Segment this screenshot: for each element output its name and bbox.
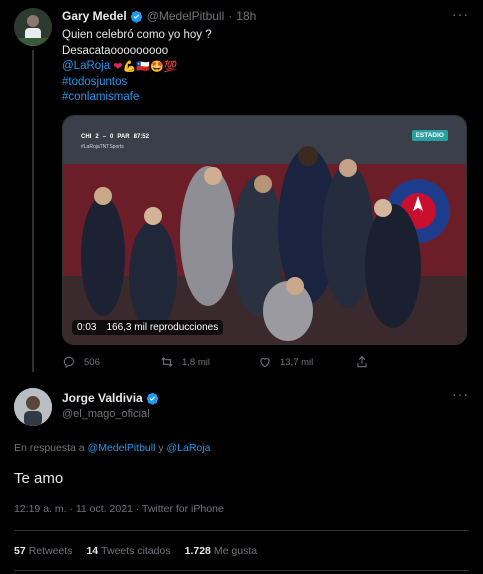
video-timestamp: 0:03 [77, 322, 97, 333]
channel-badge: ESTADIO [411, 130, 448, 141]
video-player[interactable]: CHI 2 – 0 PAR 87:52 #LaRojaTNTSports EST… [62, 115, 467, 345]
reply-context: En respuesta a @MedelPitbull y @LaRoja [14, 442, 210, 454]
reply-conjunction: y [158, 442, 164, 454]
more-icon[interactable]: ··· [452, 386, 469, 402]
like-icon [260, 358, 270, 368]
reply-stats: 57 Retweets 14 Tweets citados 1.728 Me gust… [14, 545, 257, 557]
reply-author-name-row: Jorge Valdivia [62, 391, 163, 405]
reply-text: Te amo [14, 470, 64, 487]
retweet-button[interactable]: 1,8 mil [160, 355, 210, 369]
divider [14, 570, 469, 571]
like-count: 13,7 mil [280, 356, 314, 368]
reply-author-name[interactable]: Jorge Valdivia [62, 391, 143, 405]
scorebug-away-score: 0 [110, 134, 114, 140]
share-icon [357, 356, 367, 368]
heart-emoji: ❤ [113, 61, 123, 73]
broadcast-hashtag: #LaRojaTNTSports [81, 144, 124, 150]
reply-author-handle[interactable]: @el_mago_oficial [62, 408, 150, 420]
video-views: 166,3 mil reproducciones [106, 322, 219, 333]
reply-button[interactable]: 506 [62, 355, 100, 369]
retweets-stat[interactable]: 57 Retweets [14, 545, 72, 557]
author-name[interactable]: Gary Medel [62, 9, 127, 23]
more-icon[interactable]: ··· [452, 6, 469, 22]
reply-icon [63, 356, 75, 369]
flexed-biceps-emoji: 💪 [122, 61, 137, 73]
thread-connector [32, 50, 34, 372]
tweet-line-2: Desacataooooooooo [62, 44, 169, 57]
tweet-line-1: Quien celebró como yo hoy ? [62, 29, 212, 41]
mention-laroja[interactable]: @LaRoja [62, 60, 110, 72]
tweet-line-3: @LaRoja ❤💪🇨🇱🤩💯 [62, 59, 212, 75]
scorebug-home: CHI [81, 134, 92, 140]
hashtag-todosjuntos[interactable]: #todosjuntos [62, 75, 212, 91]
likes-stat[interactable]: 1.728 Me gusta [185, 545, 257, 557]
tweet-text: Quien celebró como yo hoy ? Desacataoooo… [62, 28, 212, 106]
scorebug-home-score: 2 [95, 134, 99, 140]
star-struck-emoji: 🤩 [149, 61, 164, 73]
verified-badge-icon [146, 392, 158, 405]
video-frame-image [63, 116, 466, 344]
timeline: Gary Medel @MedelPitbull · 18h ··· Quien… [0, 0, 483, 574]
tweet-header: Gary Medel @MedelPitbull · 18h [62, 9, 256, 23]
reply-mention-laroja[interactable]: @LaRoja [167, 442, 211, 454]
video-info-overlay: 0:03 166,3 mil reproducciones [72, 320, 224, 335]
scorebug-away: PAR [117, 134, 130, 140]
reply-count: 506 [84, 356, 100, 368]
verified-badge-icon [130, 10, 142, 23]
scorebug: CHI 2 – 0 PAR 87:52 [81, 134, 149, 140]
retweet-icon [161, 357, 173, 367]
hashtag-conlamismafe[interactable]: #conlamismafe [62, 90, 212, 106]
like-button[interactable]: 13,7 mil [258, 355, 313, 369]
author-avatar[interactable] [14, 8, 52, 46]
author-handle[interactable]: @MedelPitbull [147, 9, 225, 23]
quotes-stat[interactable]: 14 Tweets citados [86, 545, 170, 557]
reply-meta[interactable]: 12:19 a. m. · 11 oct. 2021 · Twitter for… [14, 503, 224, 515]
scorebug-clock: 87:52 [133, 134, 149, 140]
chile-flag-emoji: 🇨🇱 [136, 61, 150, 73]
reply-mention-medelpitbull[interactable]: @MedelPitbull [88, 442, 156, 454]
retweet-count: 1,8 mil [182, 356, 210, 368]
separator-dot: · [228, 9, 233, 23]
hundred-points-emoji: 💯 [163, 61, 178, 73]
share-button[interactable] [355, 355, 369, 369]
tweet-time[interactable]: 18h [236, 9, 256, 23]
reply-author-avatar[interactable] [14, 388, 52, 426]
divider [14, 530, 469, 531]
reply-prefix: En respuesta a [14, 442, 85, 454]
tweet-actions: 506 1,8 mil 13,7 mil [62, 355, 462, 371]
